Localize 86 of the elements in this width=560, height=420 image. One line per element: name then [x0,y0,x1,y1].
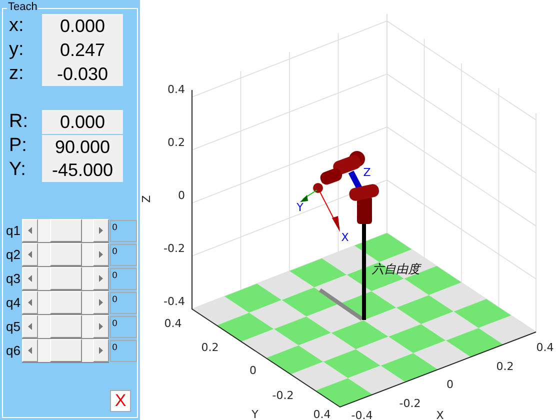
arm-shadow [318,288,364,321]
coordinate-label: R: [8,111,29,133]
y-tick-label: 0.2 [201,341,219,354]
joint-label: q5 [5,319,22,335]
x-tick-label: 0 [446,378,454,391]
value-field: 0.000 [42,14,123,38]
joint-label: q1 [5,223,22,239]
slider-thumb[interactable] [50,219,82,242]
joint-slider[interactable] [22,291,110,315]
slider-thumb[interactable] [50,291,82,314]
joint-value-field[interactable]: 0 [110,220,137,242]
scroll-right-button[interactable] [93,243,110,266]
slider-thumb[interactable] [50,267,82,290]
value-field: -45.000 [42,158,123,182]
value-field: 0.000 [42,110,123,134]
z-tick-label: 0.4 [168,83,185,96]
close-button[interactable]: X [110,390,131,412]
value-field: 0.247 [42,38,123,62]
x-axis-label: X [436,409,444,420]
joint-value-field[interactable]: 0 [110,244,137,266]
coordinate-label: Y: [8,159,27,181]
left-arrow-icon [28,251,32,258]
right-arrow-icon [99,347,104,354]
value-field: -0.030 [42,62,123,86]
joint-value-field[interactable]: 0 [110,316,137,338]
y-axis-label: Y [252,408,258,420]
y-tick-label: 0.4 [313,408,331,420]
z-tick-label: 0 [178,189,185,202]
right-arrow-icon [99,299,104,306]
scroll-left-button[interactable] [22,219,38,242]
z-tick-label: -0.4 [164,295,185,308]
value-field: 90.000 [42,134,123,158]
joint-value-field[interactable]: 0 [110,268,137,290]
slider-thumb[interactable] [50,339,82,362]
joint-value-field[interactable]: 0 [110,292,137,314]
x-frame-label: X [341,231,349,244]
joint-slider[interactable] [22,219,110,243]
joint-label: q4 [5,295,22,311]
coordinate-label: z: [8,63,25,85]
joint-slider[interactable] [22,315,110,339]
joint-slider[interactable] [22,243,110,267]
robot-name-label: 六自由度 [372,262,420,276]
right-arrow-icon [99,227,104,234]
joint-slider[interactable] [22,267,110,291]
x-tick-label: 0.4 [536,341,554,354]
joint-value-field[interactable]: 0 [110,340,137,362]
coordinate-label: x: [8,15,25,37]
z-frame-label: Z [363,166,371,179]
coordinate-label: y: [8,39,25,61]
scroll-left-button[interactable] [22,339,38,362]
joint-label: q6 [5,343,22,359]
right-arrow-icon [99,323,104,330]
z-tick-label: 0.2 [168,136,185,149]
z-tick-label: -0.2 [164,242,185,255]
joint-label: q2 [5,247,22,263]
slider-thumb[interactable] [50,243,82,266]
joint-label: q3 [5,271,22,287]
z-axis-label: Z [140,195,153,203]
y-frame-label: Y [296,201,304,214]
y-tick-label: 0 [250,364,256,377]
scroll-left-button[interactable] [22,267,38,290]
left-arrow-icon [28,299,32,306]
scroll-right-button[interactable] [93,291,110,314]
left-arrow-icon [28,227,32,234]
slider-thumb[interactable] [50,315,82,338]
joint-slider[interactable] [22,339,110,363]
x-frame-arrow [320,192,340,232]
scroll-left-button[interactable] [22,291,38,314]
left-arrow-icon [28,323,32,330]
scroll-right-button[interactable] [93,219,110,242]
y-frame-arrow [300,190,318,202]
scroll-left-button[interactable] [22,315,38,338]
scroll-right-button[interactable] [93,267,110,290]
scroll-right-button[interactable] [93,339,110,362]
right-arrow-icon [99,275,104,282]
y-tick-label: 0.4 [164,317,182,330]
x-tick-label: -0.2 [399,397,421,410]
left-arrow-icon [28,275,32,282]
scroll-left-button[interactable] [22,243,38,266]
y-tick-label: -0.2 [272,389,294,402]
coordinate-label: P: [8,135,28,157]
x-tick-label: -0.4 [351,409,373,420]
left-arrow-icon [28,347,32,354]
right-arrow-icon [99,251,104,258]
x-tick-label: 0.2 [496,360,514,373]
scroll-right-button[interactable] [93,315,110,338]
